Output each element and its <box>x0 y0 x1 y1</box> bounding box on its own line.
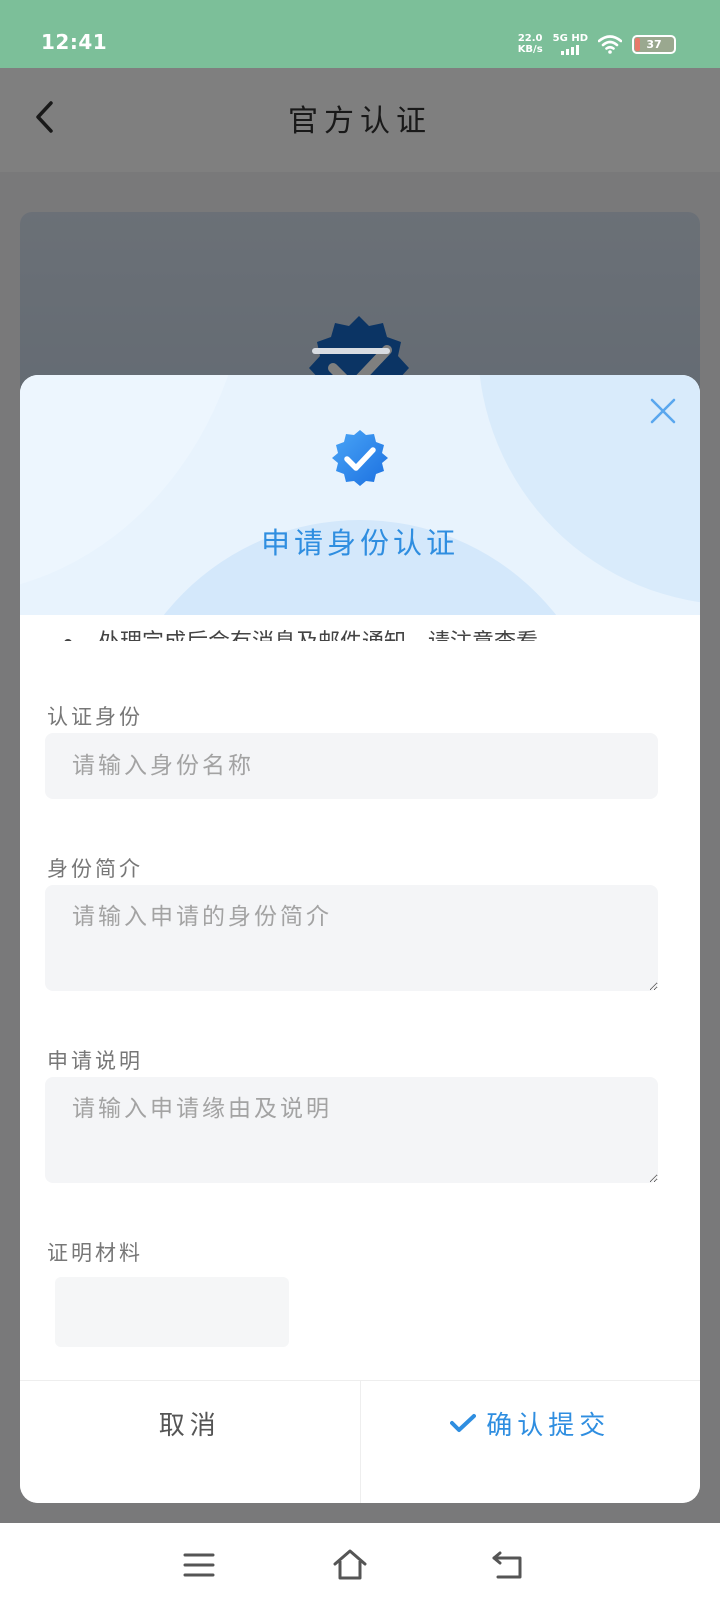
proof-materials-label: 证明材料 <box>47 1241 143 1265</box>
modal-form[interactable]: 处理完成后会有消息及邮件通知，请注意查看 认证身份 身份简介 申请说明 证明材料 <box>20 615 700 1388</box>
bullet-icon <box>64 639 72 641</box>
close-icon[interactable] <box>650 398 676 424</box>
identity-intro-textarea[interactable] <box>45 885 658 991</box>
modal-title: 申请身份认证 <box>260 526 459 560</box>
hero-decoration <box>20 375 250 595</box>
identity-name-input[interactable] <box>45 733 658 799</box>
verified-badge-icon <box>332 430 388 486</box>
status-time: 12:41 <box>41 30 108 54</box>
check-icon <box>450 1414 477 1432</box>
verification-modal: 申请身份认证 处理完成后会有消息及邮件通知，请注意查看 认证身份 身份简介 申请… <box>20 375 700 1503</box>
signal-bars-icon <box>561 45 580 55</box>
proof-upload-box[interactable] <box>55 1277 289 1347</box>
modal-hero: 申请身份认证 <box>20 375 700 615</box>
modal-footer: 取消 确认提交 <box>20 1380 700 1503</box>
network-type: 5G HD <box>553 33 588 55</box>
status-bar: 12:41 22.0 KB/s 5G HD 37 <box>0 0 720 68</box>
drag-handle[interactable] <box>312 348 390 354</box>
menu-icon[interactable] <box>181 1547 217 1583</box>
home-icon[interactable] <box>332 1547 368 1583</box>
navigation-bar <box>0 1523 720 1608</box>
identity-intro-label: 身份简介 <box>47 857 143 881</box>
wifi-icon <box>598 35 622 54</box>
network-speed: 22.0 KB/s <box>517 33 543 55</box>
cancel-button[interactable]: 取消 <box>20 1381 361 1503</box>
confirm-submit-button[interactable]: 确认提交 <box>361 1381 701 1503</box>
status-indicators: 22.0 KB/s 5G HD 37 <box>518 30 676 58</box>
application-note-textarea[interactable] <box>45 1077 658 1183</box>
notice-text: 处理完成后会有消息及邮件通知，请注意查看 <box>64 615 700 641</box>
battery-icon: 37 <box>632 34 676 54</box>
back-return-icon[interactable] <box>490 1547 526 1583</box>
identity-label: 认证身份 <box>47 705 143 729</box>
application-note-label: 申请说明 <box>47 1049 143 1073</box>
